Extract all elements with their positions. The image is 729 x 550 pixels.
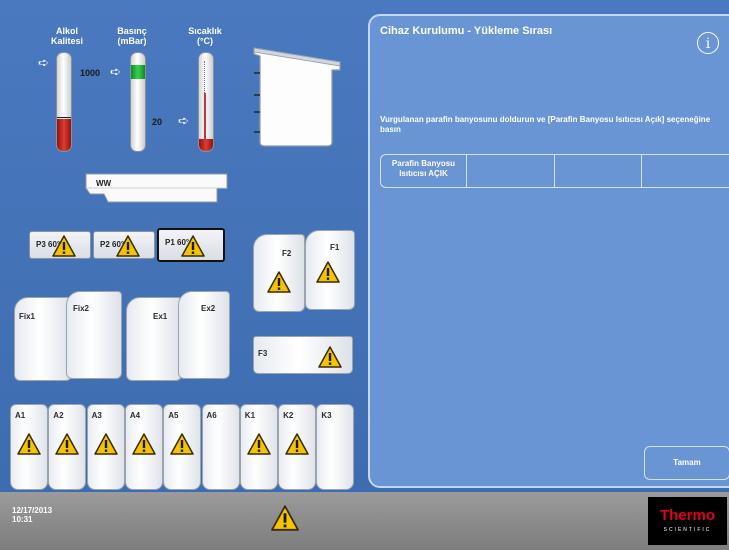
warning-triangle-icon[interactable] <box>270 505 300 531</box>
warning-triangle-icon <box>55 433 79 455</box>
alcohol-gauge-label: Alkol Kalitesi <box>42 26 92 46</box>
reagent-bottle-label: A5 <box>168 411 179 420</box>
pressure-label-line1: Basınç <box>117 26 147 36</box>
fixative-container-fix2[interactable]: Fix2 <box>66 291 122 379</box>
temperature-indicator <box>204 93 206 139</box>
warning-triangle-icon <box>17 433 41 455</box>
formalin-container-f3[interactable]: F3 <box>253 336 353 374</box>
time-text: 10:31 <box>12 515 33 524</box>
warning-triangle-icon <box>247 433 271 455</box>
temperature-label-line2: (°C) <box>196 36 214 46</box>
heater-option-row: Parafin Banyosu Isıtıcısı AÇIK <box>380 154 729 188</box>
pressure-gauge-label: Basınç (mBar) <box>107 26 157 46</box>
warning-triangle-icon <box>318 346 342 368</box>
brand-name: Thermo <box>659 507 715 524</box>
exchanger-container-ex1[interactable]: Ex1 <box>126 297 182 381</box>
empty-option-slot <box>642 155 729 187</box>
container-label: F1 <box>330 243 340 252</box>
warning-triangle-icon <box>170 433 194 455</box>
brand-subtitle: SCIENTIFIC <box>663 527 712 533</box>
panel-title: Cihaz Kurulumu - Yükleme Sırası <box>380 25 553 37</box>
reagent-bottle-label: A3 <box>91 411 102 420</box>
reagent-bottle[interactable]: A5 <box>163 404 202 490</box>
paraffin-bath-p2[interactable]: P2 60°C <box>93 231 155 259</box>
paraffin-heater-on-button[interactable]: Parafin Banyosu Isıtıcısı AÇIK <box>381 155 467 187</box>
setup-panel: Cihaz Kurulumu - Yükleme Sırası i Vurgul… <box>368 14 729 488</box>
container-label: Ex2 <box>201 304 216 313</box>
warning-triangle-icon <box>132 433 156 455</box>
reagent-bottle-label: K2 <box>283 411 294 420</box>
reagent-bottle-label: A4 <box>129 411 141 420</box>
container-label: Fix2 <box>73 304 90 313</box>
reagent-bottle-label: A1 <box>15 411 26 420</box>
date-text: 12/17/2013 <box>12 506 53 515</box>
temperature-gauge-label: Sıcaklık (°C) <box>180 26 230 46</box>
reagent-bottle-label: A2 <box>53 411 64 420</box>
reagent-bottle[interactable]: A3 <box>86 404 125 490</box>
exchanger-container-ex2[interactable]: Ex2 <box>178 291 230 379</box>
arrow-right-icon: ➪ <box>110 64 121 79</box>
instrument-diagram: Alkol Kalitesi Basınç (mBar) Sıcaklık (°… <box>0 0 729 492</box>
container-label: Ex1 <box>153 312 168 321</box>
pressure-label-line2: (mBar) <box>117 36 147 46</box>
empty-option-slot <box>555 155 642 187</box>
heater-button-line2: Isıtıcısı AÇIK <box>399 169 448 178</box>
reagent-bottle[interactable]: A2 <box>48 404 87 490</box>
warning-triangle-icon <box>181 235 205 257</box>
container-label: F3 <box>258 349 268 358</box>
paraffin-bath-id: P1 <box>165 238 175 247</box>
formalin-container-f1[interactable]: F1 <box>305 230 355 310</box>
arrow-right-icon: ➪ <box>38 55 49 70</box>
arrow-right-icon: ➪ <box>178 113 189 128</box>
warning-triangle-icon <box>94 433 118 455</box>
datetime: 12/17/2013 10:31 <box>12 506 52 524</box>
retort-icon <box>253 47 341 147</box>
reagent-bottle[interactable]: A6 <box>201 404 240 490</box>
container-label: F2 <box>282 249 292 258</box>
empty-option-slot <box>468 155 555 187</box>
reagent-bottle-label: A6 <box>206 411 217 420</box>
warning-triangle-icon <box>116 235 140 257</box>
wax-waste-tray-icon <box>85 173 228 203</box>
heater-button-line1: Parafin Banyosu <box>391 159 456 168</box>
reagent-bottle-label: K3 <box>321 411 332 420</box>
warning-triangle-icon <box>267 271 291 293</box>
reagent-bottle[interactable]: A4 <box>124 404 163 490</box>
warning-triangle-icon <box>285 433 309 455</box>
status-bar: 12/17/2013 10:31 Thermo SCIENTIFIC <box>0 492 729 550</box>
wax-tray-label: WW <box>96 179 112 188</box>
pressure-low-value: 20 <box>152 117 163 127</box>
temperature-gauge-fill <box>199 139 213 151</box>
alcohol-label-line1: Alkol <box>55 26 78 36</box>
warning-triangle-icon <box>316 261 340 283</box>
fixative-container-fix1[interactable]: Fix1 <box>14 297 72 381</box>
container-label: Fix1 <box>19 312 36 321</box>
reagent-bottle[interactable]: K3 <box>316 404 355 490</box>
pressure-gauge <box>130 52 146 152</box>
paraffin-bath-id: P2 <box>100 240 110 249</box>
reagent-bottle[interactable]: A1 <box>10 404 48 490</box>
paraffin-bath-id: P3 <box>36 240 46 249</box>
alcohol-gauge-fill <box>57 118 71 151</box>
reagent-bottle-label: K1 <box>244 411 256 420</box>
paraffin-bath-p3[interactable]: P3 60°C <box>29 231 91 259</box>
info-icon[interactable]: i <box>697 32 719 54</box>
paraffin-bath-p1-highlighted[interactable]: P1 60°C <box>157 228 225 262</box>
reagent-bottle[interactable]: K2 <box>278 404 317 490</box>
warning-triangle-icon <box>52 235 76 257</box>
alcohol-label-line2: Kalitesi <box>50 36 83 46</box>
ok-button[interactable]: Tamam <box>644 446 729 480</box>
reagent-bottle[interactable]: K1 <box>239 404 278 490</box>
pressure-high-value: 1000 <box>80 68 101 78</box>
pressure-gauge-fill <box>131 65 145 79</box>
thermo-scientific-logo: Thermo SCIENTIFIC <box>648 497 727 545</box>
alcohol-gauge <box>56 52 72 152</box>
temperature-label-line1: Sıcaklık <box>188 26 222 36</box>
formalin-container-f2[interactable]: F2 <box>253 234 305 312</box>
alcohol-threshold-line <box>57 117 71 118</box>
temperature-gauge <box>198 52 214 152</box>
instruction-text: Vurgulanan parafin banyosunu doldurun ve… <box>380 115 711 134</box>
